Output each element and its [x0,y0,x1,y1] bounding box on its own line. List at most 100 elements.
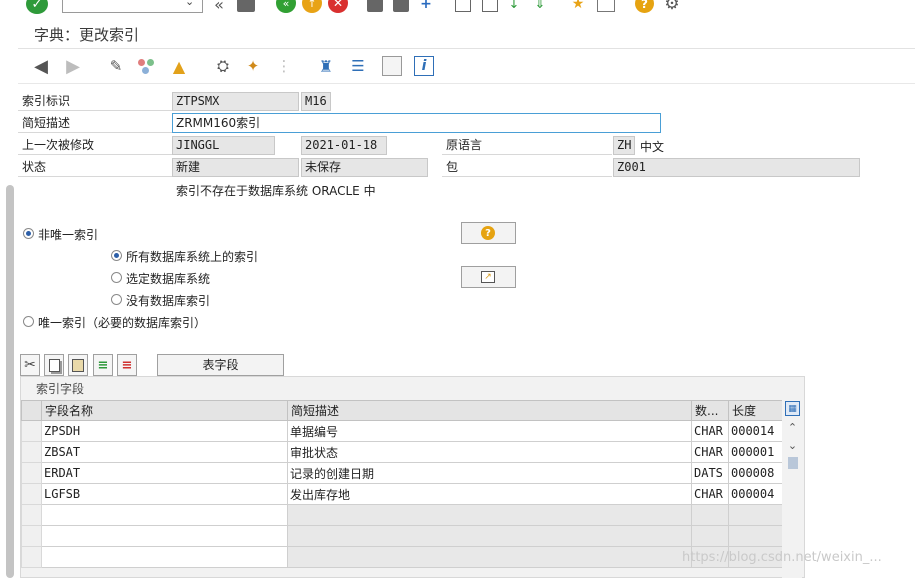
forward-arrow-icon[interactable]: ▶ [62,56,84,77]
column-config-icon[interactable]: ▦ [785,401,800,416]
object-list-icon[interactable]: ♜ [316,56,336,76]
table-row [21,546,783,568]
field-name-cell[interactable] [41,504,288,526]
save-icon[interactable] [237,0,255,12]
column-header[interactable]: 简短描述 [287,400,692,421]
row-selector[interactable] [21,525,42,547]
title-bar: 字典：更改索引 [18,17,915,49]
paste-button[interactable] [68,354,88,376]
package-label: 包 [442,158,612,177]
next-page-icon[interactable]: ↓ [506,0,522,12]
back-arrow-icon[interactable]: ◀ [30,56,52,77]
field-name-cell[interactable] [41,525,288,547]
cut-button[interactable]: ✂ [20,354,40,376]
command-field[interactable]: ⌄ [62,0,203,13]
create-session-icon[interactable]: ★ [569,0,587,12]
copy-button[interactable] [44,354,64,376]
short-desc-input[interactable]: ZRMM160索引 [172,113,661,133]
delete-row-button[interactable]: ≡ [117,354,137,376]
last-page-icon[interactable]: ⇓ [532,0,548,12]
selected-db-label: 选定数据库系统 [126,272,211,286]
insert-row-icon: ≡ [97,357,109,373]
delete-row-icon: ≡ [121,357,133,373]
row-selector[interactable] [21,462,42,484]
column-header[interactable]: 数... [691,400,729,421]
last-changed-label: 上一次被修改 [18,136,172,155]
column-header[interactable]: 长度 [728,400,783,421]
prev-page-icon[interactable] [482,0,498,12]
navigation-tree-icon[interactable]: ☰ [348,56,368,76]
expand-box-icon: ↗ [481,271,495,283]
scissors-icon: ✂ [24,357,36,373]
index-name-field: M16 [301,92,331,111]
row-selector-header[interactable] [21,400,42,421]
status-label: 状态 [18,158,172,177]
package-field: Z001 [613,158,860,177]
field-name-cell[interactable]: ERDAT [41,462,288,484]
all-db-radio[interactable] [111,250,122,261]
help-icon[interactable]: ? [635,0,654,13]
help-icon: ? [481,226,495,240]
other-object-dot-green [147,59,154,66]
watermark: https://blog.csdn.net/weixin_... [682,550,882,565]
enter-check-icon[interactable]: ✓ [26,0,48,14]
magic-wand-icon[interactable]: ✦ [243,56,263,76]
field-name-cell[interactable]: ZBSAT [41,441,288,463]
all-db-label: 所有数据库系统上的索引 [126,250,259,264]
row-selector[interactable] [21,420,42,442]
row-selector[interactable] [21,441,42,463]
last-changed-user-field: JINGGL [172,136,275,155]
first-page-icon[interactable] [455,0,471,12]
find-next-icon[interactable]: + [417,0,435,12]
settings-gear-icon[interactable]: ⚙ [662,0,682,14]
history-back-icon[interactable]: « [209,0,229,14]
scroll-up-icon[interactable]: ⌃ [785,420,800,434]
hierarchy-grey-icon[interactable]: ⋮ [274,56,294,76]
scroll-thumb[interactable] [788,457,798,469]
table-fields-button[interactable]: 表字段 [157,354,284,376]
table-name-field: ZTPSMX [172,92,299,111]
db-help-button[interactable]: ? [461,222,516,244]
length-cell [728,504,783,526]
last-changed-date-field: 2021-01-18 [301,136,387,155]
field-name-cell[interactable] [41,546,288,568]
field-name-cell[interactable]: LGFSB [41,483,288,505]
column-header[interactable]: 字段名称 [41,400,288,421]
command-field-dropdown-icon[interactable]: ⌄ [185,0,201,11]
table-layout-icon[interactable] [382,56,402,76]
row-selector[interactable] [21,483,42,505]
db-status-note: 索引不存在于数据库系统 ORACLE 中 [176,184,376,198]
unique-radio[interactable] [23,316,34,327]
where-used-icon[interactable]: ⛭ [213,56,233,76]
index-fields-table: 字段名称 简短描述 数... 长度 ZPSDH 单据编号 CHAR 000014… [21,400,783,568]
window-vertical-scrollbar[interactable] [6,185,14,578]
no-db-radio[interactable] [111,294,122,305]
row-selector[interactable] [21,504,42,526]
shortcut-icon[interactable] [597,0,615,12]
grid-caption: 索引字段 [36,382,85,396]
length-cell: 000008 [728,462,783,484]
cancel-red-icon[interactable]: ✕ [328,0,348,13]
back-green-icon[interactable]: « [276,0,296,13]
short-desc-cell: 单据编号 [287,420,692,442]
data-type-cell: CHAR [691,420,729,442]
row-selector[interactable] [21,546,42,568]
length-cell [728,525,783,547]
display-change-icon[interactable]: ✎ [106,56,126,76]
orig-lang-name: 中文 [640,140,665,154]
print-icon[interactable] [367,0,383,12]
index-id-label: 索引标识 [18,92,172,111]
find-icon[interactable] [393,0,409,12]
page-title: 字典：更改索引 [34,26,140,44]
other-object-dot-blue [142,67,149,74]
other-object-icon[interactable] [136,56,158,76]
selected-db-radio[interactable] [111,272,122,283]
insert-row-button[interactable]: ≡ [93,354,113,376]
exit-yellow-icon[interactable]: ↑ [302,0,322,13]
activate-icon[interactable]: ▲ [168,55,190,77]
scroll-down-icon[interactable]: ⌄ [785,438,800,452]
non-unique-radio[interactable] [23,228,34,239]
db-systems-button[interactable]: ↗ [461,266,516,288]
field-name-cell[interactable]: ZPSDH [41,420,288,442]
info-icon[interactable]: i [414,56,434,76]
